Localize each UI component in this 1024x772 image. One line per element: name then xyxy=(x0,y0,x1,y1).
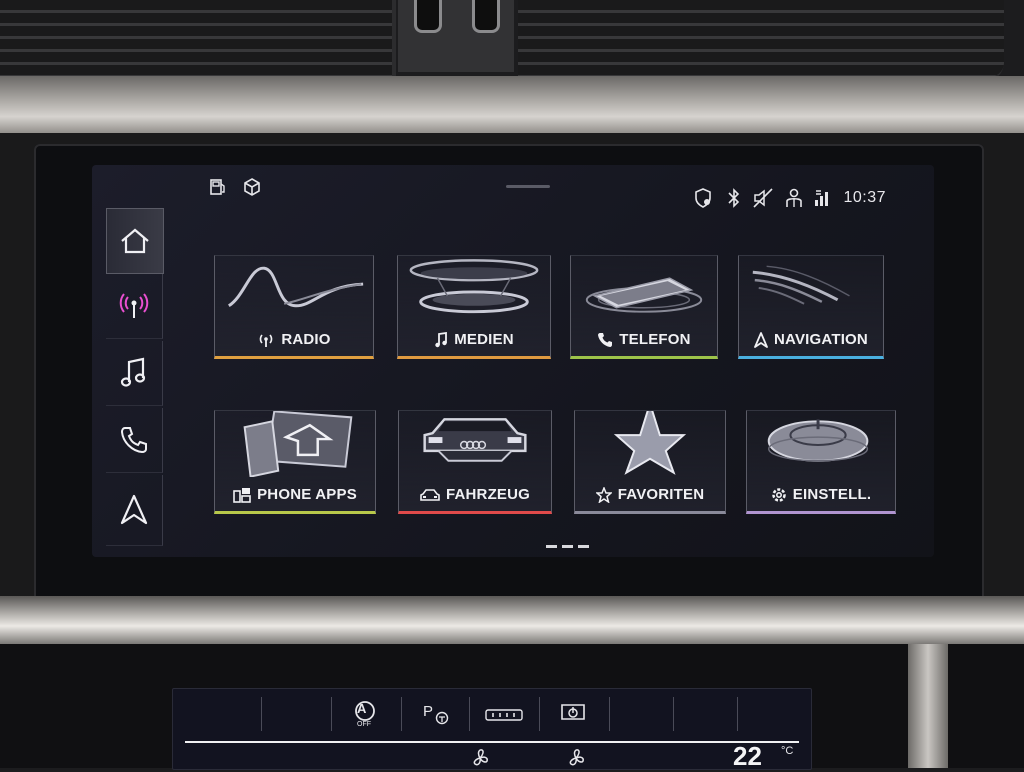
sidebar-item-phone[interactable] xyxy=(106,408,163,473)
radio-wave-illustration xyxy=(227,266,364,308)
navigation-arrow-icon xyxy=(120,494,148,525)
data-icon xyxy=(815,190,828,206)
vent-knob-left[interactable] xyxy=(414,0,442,33)
location-shield-icon xyxy=(695,188,711,208)
phone-charging-illustration xyxy=(585,277,703,313)
temperature-right[interactable]: 22 xyxy=(733,741,762,772)
tile-label-navigation: NAVIGATION xyxy=(774,331,868,348)
phone-apps-illustration xyxy=(243,411,353,477)
tile-favoriten[interactable]: FAVORITEN xyxy=(574,410,726,514)
page-dot xyxy=(546,545,557,548)
climate-cell[interactable] xyxy=(673,697,738,731)
phone-apps-icon xyxy=(233,487,251,503)
display-power-icon xyxy=(561,704,585,720)
navigation-arrow-icon xyxy=(754,331,768,348)
tile-phone-apps[interactable]: PHONE APPS xyxy=(214,410,376,514)
tile-radio[interactable]: RADIO xyxy=(214,255,374,359)
climate-cell[interactable] xyxy=(191,697,262,731)
park-assist-label: P xyxy=(423,703,434,720)
console-trim-strip xyxy=(908,644,948,768)
tile-label-fahrzeug: FAHRZEUG xyxy=(445,486,531,503)
dashboard-trim-top xyxy=(0,76,1024,134)
tile-medien[interactable]: MEDIEN xyxy=(397,255,551,359)
bluetooth-icon xyxy=(728,188,740,208)
tile-telefon[interactable]: TELEFON xyxy=(570,255,718,359)
radio-antenna-icon xyxy=(260,333,273,347)
tile-fahrzeug[interactable]: FAHRZEUG xyxy=(398,410,552,514)
star-icon xyxy=(595,486,612,503)
air-vent-left xyxy=(0,0,396,81)
status-bar: 10:37 xyxy=(92,165,934,209)
car-icon xyxy=(420,488,440,501)
media-disc-illustration xyxy=(409,259,539,314)
tile-label-einstell: EINSTELL. xyxy=(792,486,872,503)
tile-label-favoriten: FAVORITEN xyxy=(617,486,705,503)
auto-start-stop-label: A xyxy=(357,701,367,716)
infotainment-screen: 10:37 RADIO MEDIEN TELEFON NAVIGATION PH… xyxy=(92,165,934,557)
gear-icon xyxy=(772,487,786,502)
radio-antenna-icon xyxy=(119,293,149,318)
auto-start-stop-off-label: OFF xyxy=(357,721,371,728)
drag-handle[interactable] xyxy=(506,185,550,188)
fuel-icon[interactable] xyxy=(208,177,228,197)
sidebar-item-music[interactable] xyxy=(106,341,163,406)
climate-cell[interactable] xyxy=(261,697,332,731)
dial-illustration xyxy=(767,419,869,462)
page-indicator[interactable] xyxy=(546,545,589,548)
cube-icon[interactable] xyxy=(242,177,262,197)
home-icon xyxy=(121,228,149,254)
heated-rear-window-button[interactable] xyxy=(469,697,540,731)
sidebar xyxy=(106,208,164,549)
air-vent-right xyxy=(518,0,1004,81)
vent-knob-right[interactable] xyxy=(472,0,500,33)
climate-divider xyxy=(185,741,799,743)
music-note-icon xyxy=(435,331,448,347)
climate-cell[interactable] xyxy=(737,697,797,731)
phone-icon xyxy=(120,427,147,454)
phone-icon xyxy=(598,332,613,347)
climate-cell[interactable] xyxy=(609,697,674,731)
vent-center-panel xyxy=(398,0,514,72)
sidebar-item-navigation[interactable] xyxy=(106,475,163,546)
star-illustration xyxy=(613,411,687,475)
temperature-unit: °C xyxy=(781,745,794,757)
mute-icon xyxy=(753,188,773,208)
road-illustration xyxy=(752,265,850,305)
tile-label-radio: RADIO xyxy=(281,331,331,348)
car-front-illustration xyxy=(423,418,527,462)
tile-label-phone-apps: PHONE APPS xyxy=(257,486,357,503)
page-dot xyxy=(578,545,589,548)
park-sensor-icon xyxy=(435,711,449,725)
tile-navigation[interactable]: NAVIGATION xyxy=(738,255,884,359)
fan-icon xyxy=(473,749,488,766)
sidebar-item-home[interactable] xyxy=(106,208,164,274)
music-note-icon xyxy=(120,357,146,387)
park-assist-button[interactable]: P xyxy=(401,697,470,731)
page-dot xyxy=(562,545,573,548)
user-icon xyxy=(786,188,802,207)
climate-display: A OFF P 22 °C xyxy=(172,688,812,772)
screen-mirror-button[interactable] xyxy=(539,697,610,731)
clock: 10:37 xyxy=(843,189,886,206)
dashboard-trim-bottom xyxy=(0,596,1024,646)
tile-label-medien: MEDIEN xyxy=(454,331,514,348)
tile-einstell[interactable]: EINSTELL. xyxy=(746,410,896,514)
rear-window-icon xyxy=(485,709,523,721)
auto-start-stop-button[interactable]: A OFF xyxy=(331,697,402,731)
sidebar-item-radio[interactable] xyxy=(106,274,163,339)
tile-label-telefon: TELEFON xyxy=(619,331,691,348)
fan-icon xyxy=(569,749,584,766)
